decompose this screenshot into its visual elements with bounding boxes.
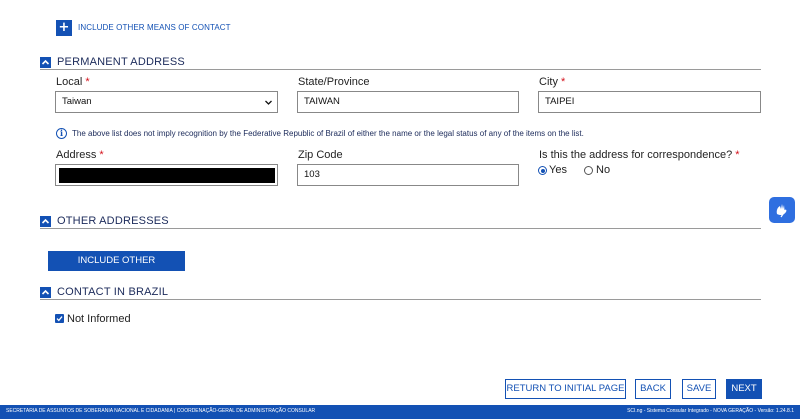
add-contact-button[interactable]: + — [56, 20, 72, 36]
select-arrow-icon — [265, 100, 272, 105]
state-label: State/Province — [298, 76, 370, 88]
required-mark: * — [99, 149, 104, 161]
local-label: Local * — [56, 76, 90, 88]
required-mark: * — [735, 149, 740, 161]
collapse-other-addresses-button[interactable] — [40, 216, 51, 227]
chevron-up-icon — [41, 218, 50, 224]
state-input[interactable]: TAIWAN — [297, 91, 519, 113]
footer-bar: SECRETARIA DE ASSUNTOS DE SOBERANIA NACI… — [0, 405, 800, 419]
not-informed-checkbox[interactable] — [55, 314, 64, 323]
check-icon — [56, 316, 63, 322]
accessibility-button[interactable] — [769, 197, 795, 223]
chevron-up-icon — [41, 59, 50, 65]
return-to-initial-page-button[interactable]: RETURN TO INITIAL PAGE — [505, 379, 626, 399]
correspondence-no-radio[interactable] — [584, 166, 593, 175]
section-permanent-address: PERMANENT ADDRESS — [40, 56, 761, 70]
correspondence-label: Is this the address for correspondence? … — [539, 149, 740, 161]
address-label: Address * — [56, 149, 104, 161]
local-select[interactable]: Taiwan — [55, 91, 278, 113]
section-other-addresses: OTHER ADDRESSES — [40, 215, 761, 229]
required-mark: * — [561, 76, 566, 88]
collapse-contact-in-brazil-button[interactable] — [40, 287, 51, 298]
add-contact-label[interactable]: INCLUDE OTHER MEANS OF CONTACT — [78, 23, 231, 32]
zip-label: Zip Code — [298, 149, 343, 161]
city-input[interactable]: TAIPEI — [538, 91, 761, 113]
chevron-up-icon — [41, 289, 50, 295]
correspondence-no-label[interactable]: No — [596, 164, 610, 176]
info-text: The above list does not imply recognitio… — [72, 129, 584, 138]
city-label: City * — [539, 76, 566, 88]
section-title-contact-in-brazil: CONTACT IN BRAZIL — [57, 286, 169, 298]
section-title-permanent-address: PERMANENT ADDRESS — [57, 56, 185, 68]
footer-right-text: SCI.ng - Sistema Consular Integrado - NO… — [627, 408, 794, 414]
required-mark: * — [85, 76, 90, 88]
back-button[interactable]: BACK — [635, 379, 671, 399]
correspondence-yes-label[interactable]: Yes — [549, 164, 567, 176]
include-other-addresses-button[interactable]: INCLUDE OTHER ADDRESSES — [48, 251, 185, 286]
local-select-value: Taiwan — [62, 96, 92, 107]
accessibility-hands-icon — [776, 204, 787, 218]
zip-input[interactable]: 103 — [297, 164, 519, 186]
address-redaction — [59, 168, 275, 183]
save-button[interactable]: SAVE — [682, 379, 716, 399]
collapse-permanent-address-button[interactable] — [40, 57, 51, 68]
correspondence-yes-radio[interactable] — [538, 166, 547, 175]
not-informed-label[interactable]: Not Informed — [67, 313, 131, 325]
next-button[interactable]: NEXT — [726, 379, 762, 399]
info-icon: i — [56, 128, 67, 139]
section-title-other-addresses: OTHER ADDRESSES — [57, 215, 169, 227]
section-contact-in-brazil: CONTACT IN BRAZIL — [40, 286, 761, 300]
footer-left-text: SECRETARIA DE ASSUNTOS DE SOBERANIA NACI… — [6, 408, 316, 414]
